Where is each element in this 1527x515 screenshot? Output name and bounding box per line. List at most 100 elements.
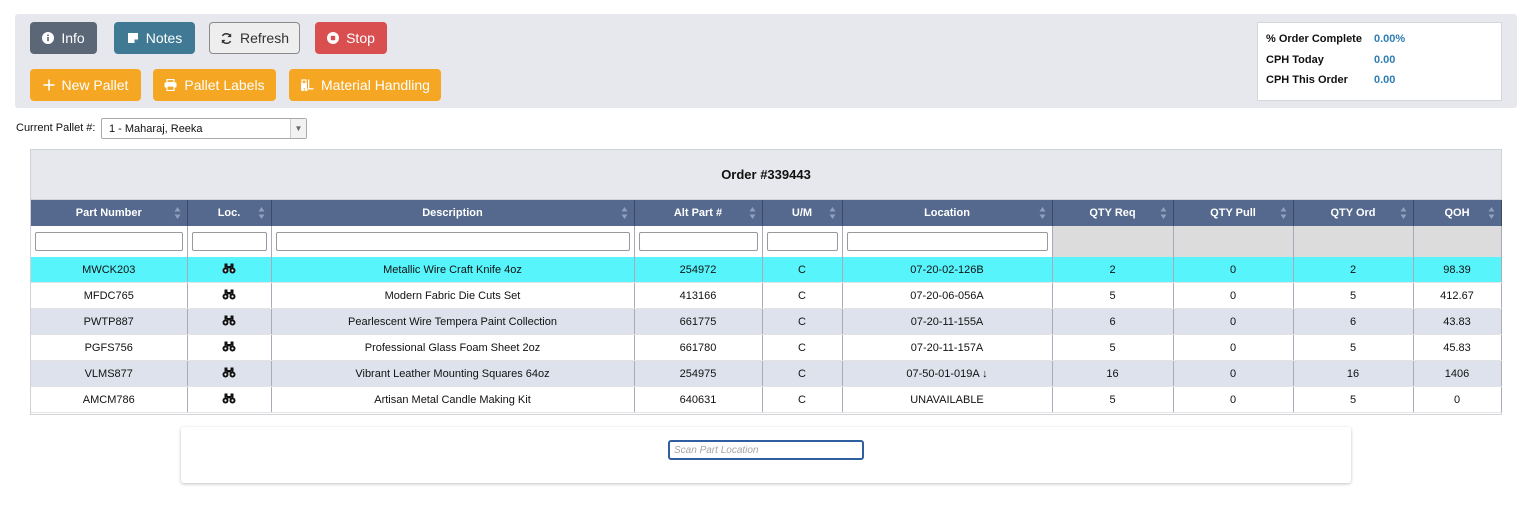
cell-um: C xyxy=(762,360,843,387)
chevron-down-icon[interactable]: ▼ xyxy=(290,119,306,138)
cell-location: UNAVAILABLE xyxy=(842,386,1053,413)
binoculars-icon[interactable] xyxy=(222,289,236,300)
sort-icon[interactable] xyxy=(621,206,628,220)
table-header-row: Part Number Loc. Description Alt Part # U/M L… xyxy=(31,200,1502,226)
sort-icon[interactable] xyxy=(749,206,756,220)
column-header-label: U/M xyxy=(791,207,813,219)
binoculars-icon[interactable] xyxy=(222,341,236,352)
cell-loc xyxy=(187,308,272,335)
current-pallet-select[interactable]: 1 - Maharaj, Reeka ▼ xyxy=(101,118,307,139)
cell-qty-pull: 0 xyxy=(1173,257,1294,283)
cell-loc xyxy=(187,360,272,387)
cell-alt-part: 640631 xyxy=(634,386,763,413)
sort-icon[interactable] xyxy=(1039,206,1046,220)
sort-icon[interactable] xyxy=(1400,206,1407,220)
cell-qoh: 1406 xyxy=(1413,360,1502,387)
cell-loc xyxy=(187,386,272,413)
cell-qty-ord: 5 xyxy=(1293,334,1414,361)
filter-loc-input[interactable] xyxy=(191,232,267,251)
filter-location-input[interactable] xyxy=(846,232,1048,251)
notes-button-label: Notes xyxy=(145,30,183,46)
cell-part-number: VLMS877 xyxy=(31,360,188,387)
cell-part-number: MWCK203 xyxy=(31,257,188,283)
cell-um: C xyxy=(762,308,843,335)
column-header-qty-ord[interactable]: QTY Ord xyxy=(1293,200,1414,226)
current-pallet-value: 1 - Maharaj, Reeka xyxy=(109,122,203,135)
refresh-button[interactable]: Refresh xyxy=(209,22,300,54)
cell-qoh: 412.67 xyxy=(1413,282,1502,309)
cell-qty-req: 5 xyxy=(1052,386,1174,413)
column-header-label: QTY Req xyxy=(1089,207,1136,219)
cell-um: C xyxy=(762,282,843,309)
info-button-label: Info xyxy=(61,30,85,46)
column-header-part-number[interactable]: Part Number xyxy=(31,200,188,226)
binoculars-icon[interactable] xyxy=(222,263,236,274)
filter-cell-qty-req xyxy=(1052,226,1174,257)
column-header-loc[interactable]: Loc. xyxy=(187,200,272,226)
filter-um-input[interactable] xyxy=(766,232,838,251)
column-header-description[interactable]: Description xyxy=(271,200,635,226)
column-header-qty-req[interactable]: QTY Req xyxy=(1052,200,1174,226)
table-row[interactable]: MFDC765 Modern Fabric Die Cuts Set 413166 C… xyxy=(31,282,1502,309)
sort-icon[interactable] xyxy=(1280,206,1287,220)
cph-today-label: CPH Today xyxy=(1266,54,1324,66)
stop-circle-icon xyxy=(327,32,340,44)
forklift-icon xyxy=(300,78,314,91)
cell-qoh: 45.83 xyxy=(1413,334,1502,361)
filter-cell-um xyxy=(762,226,843,257)
scan-part-location-input[interactable] xyxy=(668,440,864,460)
info-button[interactable]: Info xyxy=(30,22,97,54)
stop-button-label: Stop xyxy=(346,30,375,46)
cell-qty-req: 5 xyxy=(1052,282,1174,309)
filter-description-input[interactable] xyxy=(275,232,630,251)
sort-icon[interactable] xyxy=(174,206,181,220)
column-header-location[interactable]: Location xyxy=(842,200,1053,226)
table-row[interactable]: AMCM786 Artisan Metal Candle Making Kit 64… xyxy=(31,386,1502,413)
column-header-qty-pull[interactable]: QTY Pull xyxy=(1173,200,1294,226)
filter-row xyxy=(31,226,1502,257)
filter-alt-part-input[interactable] xyxy=(638,232,758,251)
sort-icon[interactable] xyxy=(1488,206,1495,220)
cell-location: 07-20-11-157A xyxy=(842,334,1053,361)
column-header-label: QTY Pull xyxy=(1210,207,1256,219)
notes-button[interactable]: Notes xyxy=(114,22,195,54)
sticky-note-icon xyxy=(127,33,138,43)
stop-button[interactable]: Stop xyxy=(315,22,387,54)
table-row[interactable]: PWTP887 Pearlescent Wire Tempera Paint Co… xyxy=(31,308,1502,335)
order-complete-label: % Order Complete xyxy=(1266,33,1362,45)
filter-cell-alt-part xyxy=(634,226,763,257)
current-pallet-label: Current Pallet #: xyxy=(16,122,96,134)
table-row[interactable]: VLMS877 Vibrant Leather Mounting Squares … xyxy=(31,360,1502,387)
cell-location: 07-20-11-155A xyxy=(842,308,1053,335)
binoculars-icon[interactable] xyxy=(222,393,236,404)
cell-loc xyxy=(187,334,272,361)
cell-part-number: PWTP887 xyxy=(31,308,188,335)
pallet-labels-button-label: Pallet Labels xyxy=(184,77,265,93)
material-handling-button[interactable]: Material Handling xyxy=(289,69,441,101)
column-header-qoh[interactable]: QOH xyxy=(1413,200,1502,226)
cell-part-number: MFDC765 xyxy=(31,282,188,309)
column-header-alt-part[interactable]: Alt Part # xyxy=(634,200,763,226)
cell-um: C xyxy=(762,257,843,283)
sort-icon[interactable] xyxy=(829,206,836,220)
filter-cell-qoh xyxy=(1413,226,1502,257)
column-header-um[interactable]: U/M xyxy=(762,200,843,226)
cell-location: 07-20-02-126B xyxy=(842,257,1053,283)
filter-part-number-input[interactable] xyxy=(35,232,183,251)
sort-icon[interactable] xyxy=(258,206,265,220)
table-row[interactable]: PGFS756 Professional Glass Foam Sheet 2oz… xyxy=(31,334,1502,361)
cell-alt-part: 413166 xyxy=(634,282,763,309)
cell-qty-ord: 5 xyxy=(1293,386,1414,413)
new-pallet-button[interactable]: New Pallet xyxy=(30,69,141,101)
cell-loc xyxy=(187,257,272,283)
cell-location: 07-50-01-019A ↓ xyxy=(842,360,1053,387)
sort-icon[interactable] xyxy=(1160,206,1167,220)
plus-icon xyxy=(43,79,55,91)
cell-description: Professional Glass Foam Sheet 2oz xyxy=(271,334,635,361)
binoculars-icon[interactable] xyxy=(222,367,236,378)
binoculars-icon[interactable] xyxy=(222,315,236,326)
pallet-labels-button[interactable]: Pallet Labels xyxy=(153,69,276,101)
cell-qty-ord: 2 xyxy=(1293,257,1414,283)
scan-panel xyxy=(181,427,1351,483)
table-row[interactable]: MWCK203 Metallic Wire Craft Knife 4oz 2549… xyxy=(31,257,1502,283)
